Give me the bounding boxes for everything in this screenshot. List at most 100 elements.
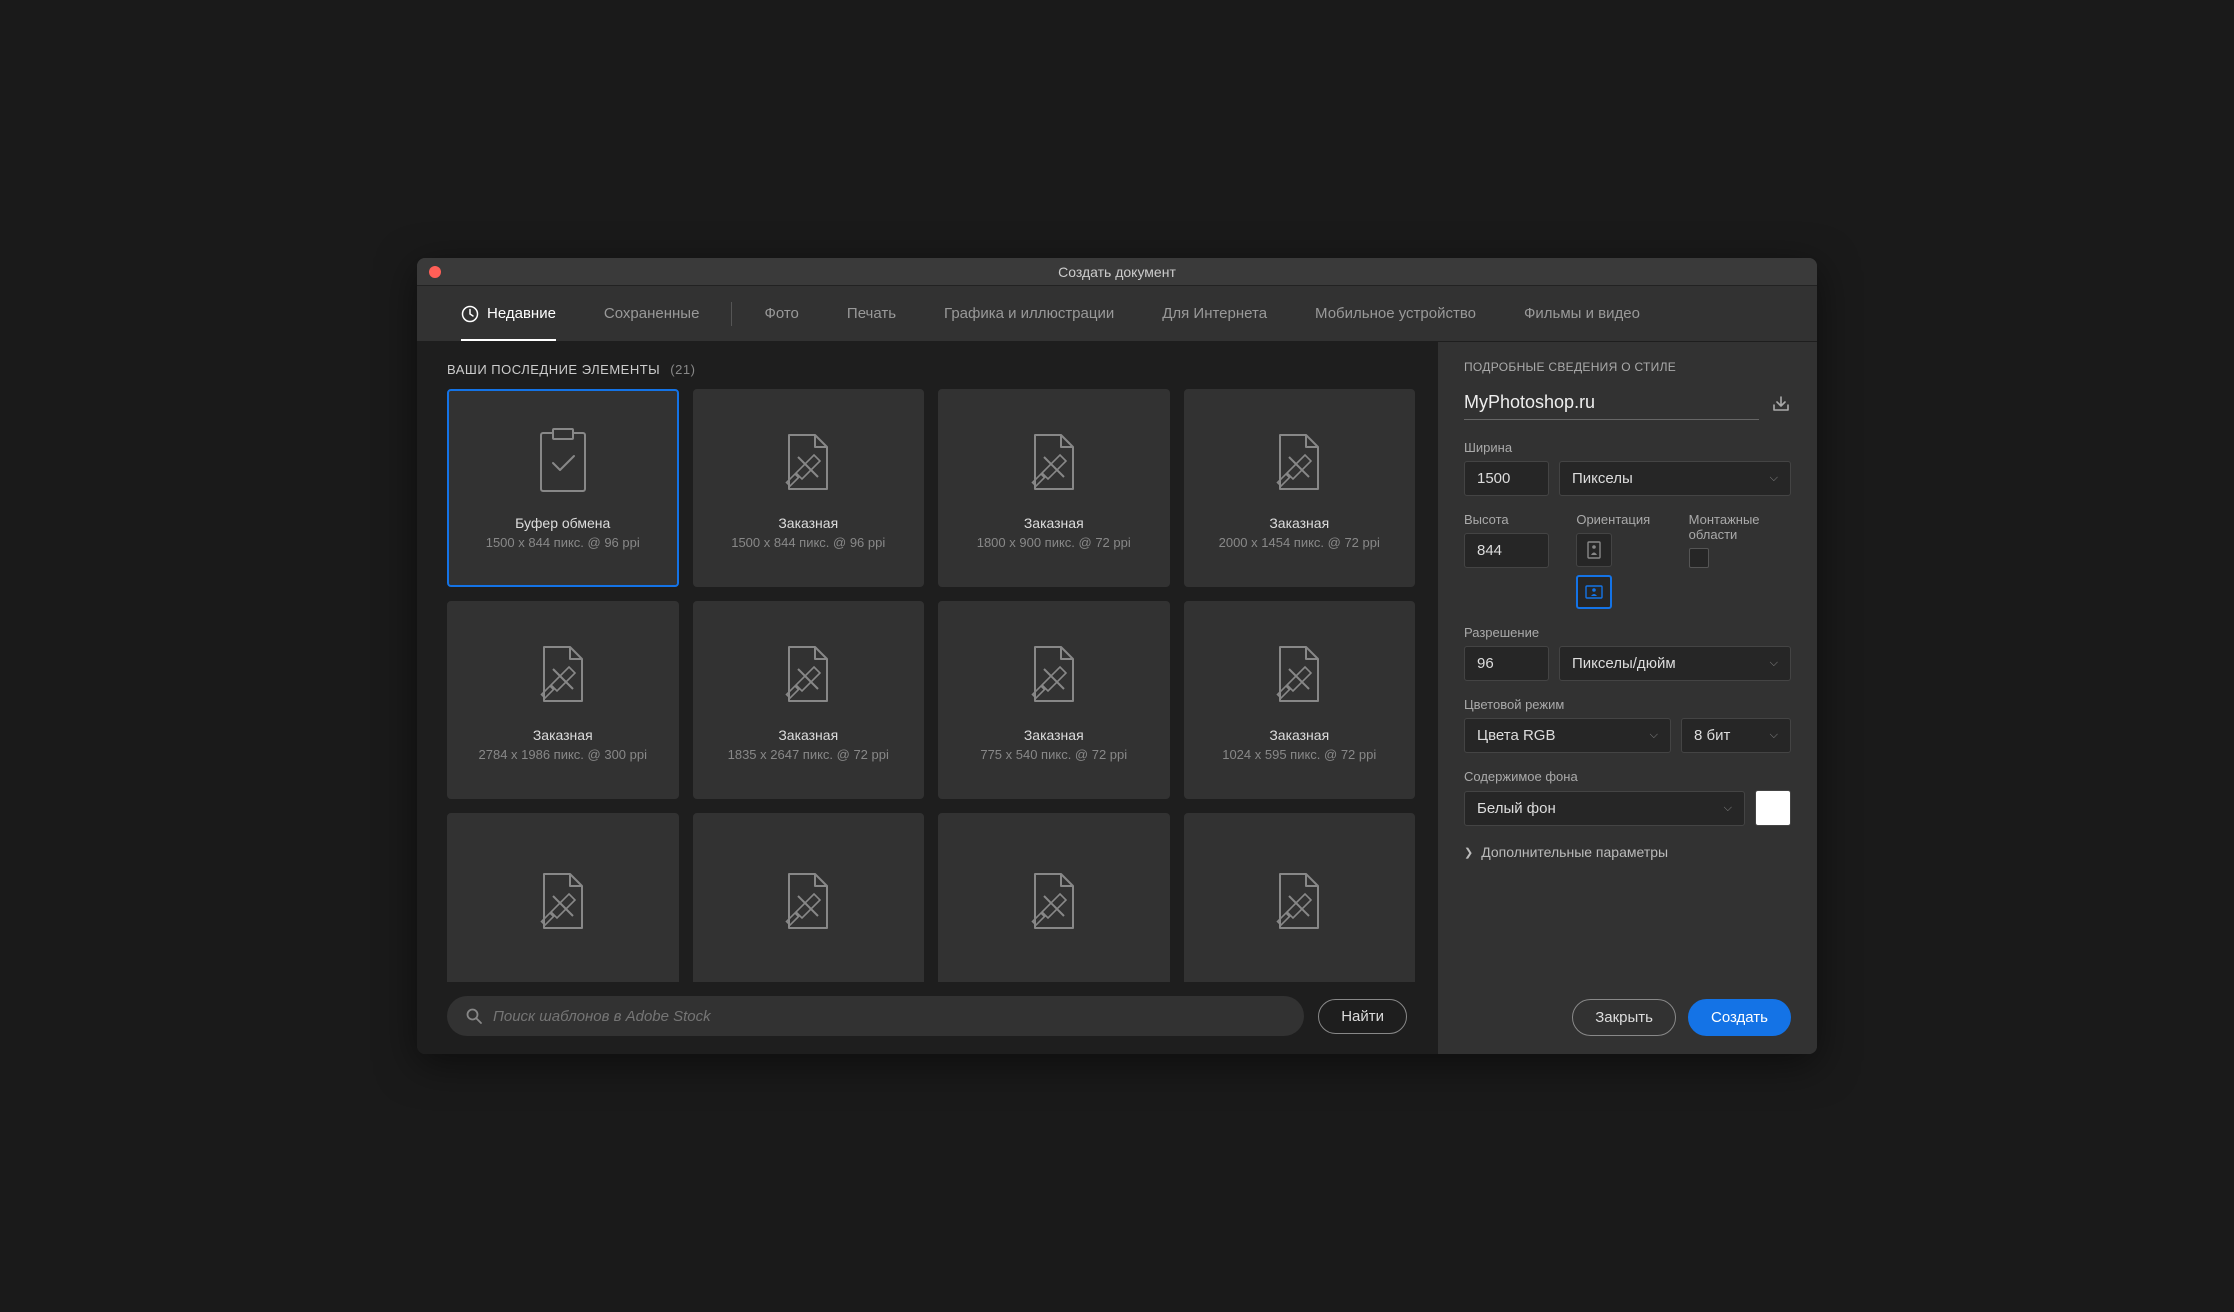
create-button[interactable]: Создать	[1688, 999, 1791, 1036]
height-input[interactable]	[1464, 533, 1549, 568]
background-color-swatch[interactable]	[1755, 790, 1791, 826]
advanced-label: Дополнительные параметры	[1481, 844, 1668, 860]
preset-title: Заказная	[778, 515, 838, 531]
tab-photo[interactable]: Фото	[740, 286, 822, 341]
orientation-label: Ориентация	[1576, 512, 1678, 527]
preset-item[interactable]	[938, 813, 1170, 982]
artboards-label: Монтажные области	[1689, 512, 1791, 542]
preset-dimensions: 1800 x 900 пикс. @ 72 ppi	[977, 535, 1131, 550]
preset-dimensions: 1024 x 595 пикс. @ 72 ppi	[1222, 747, 1376, 762]
search-input-wrap[interactable]	[447, 996, 1304, 1036]
custom-doc-icon	[1271, 639, 1327, 709]
close-window-button[interactable]	[429, 266, 441, 278]
preset-item[interactable]: Буфер обмена1500 x 844 пикс. @ 96 ppi	[447, 389, 679, 587]
preset-item[interactable]	[1184, 813, 1416, 982]
clipboard-icon	[535, 427, 591, 497]
cancel-button[interactable]: Закрыть	[1572, 999, 1676, 1036]
preset-item[interactable]: Заказная 2784 x 1986 пикс. @ 300 ppi	[447, 601, 679, 799]
preset-title: Заказная	[533, 727, 593, 743]
color-depth-value: 8 бит	[1694, 727, 1730, 744]
custom-doc-icon	[1026, 427, 1082, 497]
preset-item[interactable]: Заказная1024 x 595 пикс. @ 72 ppi	[1184, 601, 1416, 799]
resolution-unit-select[interactable]: Пикселы/дюйм ⌵	[1559, 646, 1791, 681]
custom-doc-icon	[535, 866, 591, 936]
main-panel: ВАШИ ПОСЛЕДНИЕ ЭЛЕМЕНТЫ (21) Буфер обмен…	[417, 342, 1437, 1054]
custom-doc-icon	[780, 639, 836, 709]
chevron-down-icon: ⌵	[1724, 802, 1732, 815]
tab-print[interactable]: Печать	[823, 286, 920, 341]
width-unit-select[interactable]: Пикселы ⌵	[1559, 461, 1791, 496]
preset-item[interactable]: Заказная775 x 540 пикс. @ 72 ppi	[938, 601, 1170, 799]
tab-saved[interactable]: Сохраненные	[580, 286, 724, 341]
custom-doc-icon	[1271, 427, 1327, 497]
artboards-checkbox[interactable]	[1689, 548, 1709, 568]
preset-item[interactable]	[693, 813, 925, 982]
tab-art[interactable]: Графика и иллюстрации	[920, 286, 1138, 341]
custom-doc-icon	[780, 866, 836, 936]
preset-item[interactable]: Заказная2000 x 1454 пикс. @ 72 ppi	[1184, 389, 1416, 587]
preset-item[interactable]: Заказная1500 x 844 пикс. @ 96 ppi	[693, 389, 925, 587]
tab-film[interactable]: Фильмы и видео	[1500, 286, 1664, 341]
custom-doc-icon	[1026, 866, 1082, 936]
resolution-unit-value: Пикселы/дюйм	[1572, 655, 1676, 672]
chevron-down-icon: ⌵	[1770, 729, 1778, 742]
orientation-portrait-button[interactable]	[1576, 533, 1612, 567]
resolution-input[interactable]	[1464, 646, 1549, 681]
tab-label: Для Интернета	[1162, 305, 1267, 322]
preset-item[interactable]: Заказная 1800 x 900 пикс. @ 72 ppi	[938, 389, 1170, 587]
search-icon	[465, 1007, 483, 1025]
preset-grid: Буфер обмена1500 x 844 пикс. @ 96 ppiЗак…	[447, 389, 1415, 982]
color-mode-select[interactable]: Цвета RGB ⌵	[1464, 718, 1671, 753]
tab-label: Фото	[764, 305, 798, 322]
preset-grid-scroll[interactable]: Буфер обмена1500 x 844 пикс. @ 96 ppiЗак…	[417, 389, 1437, 982]
custom-doc-icon	[780, 427, 836, 497]
preset-dimensions: 1835 x 2647 пикс. @ 72 ppi	[728, 747, 889, 762]
preset-title: Заказная	[1024, 727, 1084, 743]
tab-web[interactable]: Для Интернета	[1138, 286, 1291, 341]
tab-label: Фильмы и видео	[1524, 305, 1640, 322]
background-value: Белый фон	[1477, 800, 1556, 817]
color-mode-value: Цвета RGB	[1477, 727, 1555, 744]
preset-dimensions: 2000 x 1454 пикс. @ 72 ppi	[1219, 535, 1380, 550]
color-depth-select[interactable]: 8 бит ⌵	[1681, 718, 1791, 753]
details-title: ПОДРОБНЫЕ СВЕДЕНИЯ О СТИЛЕ	[1464, 360, 1791, 374]
preset-item[interactable]: Заказная1835 x 2647 пикс. @ 72 ppi	[693, 601, 925, 799]
width-input[interactable]	[1464, 461, 1549, 496]
find-button[interactable]: Найти	[1318, 999, 1407, 1034]
resolution-label: Разрешение	[1464, 625, 1791, 640]
preset-name-input[interactable]	[1464, 388, 1759, 420]
orientation-landscape-button[interactable]	[1576, 575, 1612, 609]
background-select[interactable]: Белый фон ⌵	[1464, 791, 1745, 826]
preset-item[interactable]	[447, 813, 679, 982]
preset-dimensions: 2784 x 1986 пикс. @ 300 ppi	[479, 747, 648, 762]
recent-header: ВАШИ ПОСЛЕДНИЕ ЭЛЕМЕНТЫ (21)	[417, 342, 1437, 389]
color-mode-label: Цветовой режим	[1464, 697, 1791, 712]
details-panel: ПОДРОБНЫЕ СВЕДЕНИЯ О СТИЛЕ Ширина Пиксел…	[1437, 342, 1817, 1054]
search-bar: Найти	[417, 982, 1437, 1054]
background-label: Содержимое фона	[1464, 769, 1791, 784]
chevron-down-icon: ⌵	[1770, 472, 1778, 485]
tab-label: Печать	[847, 305, 896, 322]
search-input[interactable]	[493, 1008, 1286, 1025]
window-controls	[429, 266, 441, 278]
custom-doc-icon	[1026, 639, 1082, 709]
window-title: Создать документ	[417, 264, 1817, 280]
tab-divider	[731, 302, 732, 326]
custom-doc-icon	[535, 639, 591, 709]
save-preset-icon[interactable]	[1771, 395, 1791, 413]
chevron-right-icon: ❯	[1464, 846, 1473, 859]
width-label: Ширина	[1464, 440, 1791, 455]
preset-title: Заказная	[1024, 515, 1084, 531]
chevron-down-icon: ⌵	[1650, 729, 1658, 742]
advanced-options-toggle[interactable]: ❯ Дополнительные параметры	[1464, 844, 1791, 860]
custom-doc-icon	[1271, 866, 1327, 936]
category-tabs: Недавние Сохраненные Фото Печать Графика…	[417, 286, 1817, 342]
tab-mobile[interactable]: Мобильное устройство	[1291, 286, 1500, 341]
height-label: Высота	[1464, 512, 1566, 527]
preset-title: Буфер обмена	[515, 515, 610, 531]
tab-recent[interactable]: Недавние	[437, 286, 580, 341]
recent-count: (21)	[670, 362, 695, 377]
tab-label: Графика и иллюстрации	[944, 305, 1114, 322]
titlebar: Создать документ	[417, 258, 1817, 286]
clock-icon	[461, 305, 479, 323]
